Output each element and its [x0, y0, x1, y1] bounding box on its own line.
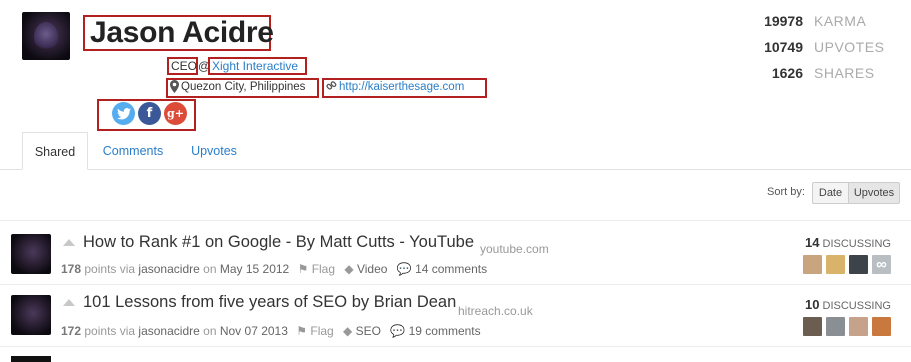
tab-upvotes[interactable]: Upvotes: [178, 132, 250, 170]
tab-comments[interactable]: Comments: [94, 132, 172, 170]
upvotes-value: 10749: [764, 39, 803, 55]
post-tag-link[interactable]: SEO: [356, 324, 381, 338]
tag-icon: ◆: [344, 262, 354, 276]
company-link[interactable]: Xight Interactive: [212, 59, 298, 73]
shares-label: SHARES: [814, 65, 875, 81]
upvote-arrow-icon[interactable]: [63, 299, 75, 306]
post-domain: youtube.com: [480, 242, 549, 256]
profile-role: CEO: [171, 59, 198, 73]
infinity-avatar-icon[interactable]: ∞: [872, 255, 891, 274]
row-divider: [0, 346, 911, 347]
upvote-arrow-icon[interactable]: [63, 239, 75, 246]
post-meta: 178 points via jasonacidre on May 15 201…: [61, 262, 487, 276]
profile-location: Quezon City, Philippines: [181, 81, 306, 93]
shares-value: 1626: [771, 65, 803, 81]
twitter-icon[interactable]: [112, 102, 135, 125]
comments-icon: 💬: [390, 324, 406, 338]
tag-icon: ◆: [343, 324, 353, 338]
post-tag-link[interactable]: Video: [357, 262, 387, 276]
upvotes-label: UPVOTES: [814, 39, 885, 55]
link-chain-icon: [326, 81, 337, 95]
flag-link[interactable]: Flag: [312, 262, 335, 276]
discussing-count: 14 DISCUSSING: [805, 235, 891, 250]
row-divider: [0, 284, 911, 285]
google-plus-icon[interactable]: g+: [164, 102, 187, 125]
points-text: points via: [84, 262, 136, 276]
post-date: Nov 07 2013: [219, 324, 288, 338]
profile-avatar: [22, 12, 70, 60]
row-divider: [0, 220, 911, 221]
participant-avatar[interactable]: [826, 255, 845, 274]
post-points: 178: [61, 262, 82, 276]
post-meta: 172 points via jasonacidre on Nov 07 201…: [61, 324, 481, 338]
profile-name: Jason Acidre: [90, 16, 274, 49]
comments-icon: 💬: [396, 262, 412, 276]
tab-shared[interactable]: Shared: [22, 132, 88, 170]
flag-icon: ⚑: [296, 324, 308, 338]
on-text: on: [203, 262, 217, 276]
post-user-link[interactable]: jasonacidre: [138, 262, 199, 276]
post-title[interactable]: How to Rank #1 on Google - By Matt Cutts…: [83, 233, 474, 252]
sort-upvotes-button[interactable]: Upvotes: [848, 182, 900, 204]
participant-avatar[interactable]: [849, 317, 868, 336]
website-link[interactable]: http://kaiserthesage.com: [339, 81, 464, 93]
karma-value: 19978: [764, 13, 803, 29]
post-avatar: [11, 356, 51, 362]
participant-avatar[interactable]: [826, 317, 845, 336]
location-pin-icon: [170, 80, 179, 96]
post-title[interactable]: 101 Lessons from five years of SEO by Br…: [83, 293, 456, 312]
facebook-icon[interactable]: f: [138, 102, 161, 125]
participant-avatar[interactable]: [803, 255, 822, 274]
participant-avatar[interactable]: [803, 317, 822, 336]
post-comments-link[interactable]: 14 comments: [415, 262, 487, 276]
post-user-link[interactable]: jasonacidre: [138, 324, 199, 338]
discussing-count: 10 DISCUSSING: [805, 297, 891, 312]
on-text: on: [203, 324, 217, 338]
points-text: points via: [84, 324, 136, 338]
sort-date-button[interactable]: Date: [812, 182, 849, 204]
post-points: 172: [61, 324, 82, 338]
participant-avatar[interactable]: [849, 255, 868, 274]
participant-avatar[interactable]: [872, 317, 891, 336]
post-comments-link[interactable]: 19 comments: [409, 324, 481, 338]
karma-label: KARMA: [814, 13, 867, 29]
flag-icon: ⚑: [297, 262, 309, 276]
post-avatar: [11, 295, 51, 335]
post-avatar: [11, 234, 51, 274]
post-domain: hitreach.co.uk: [458, 304, 533, 318]
flag-link[interactable]: Flag: [310, 324, 333, 338]
sort-label: Sort by:: [767, 186, 805, 198]
post-date: May 15 2012: [219, 262, 290, 276]
